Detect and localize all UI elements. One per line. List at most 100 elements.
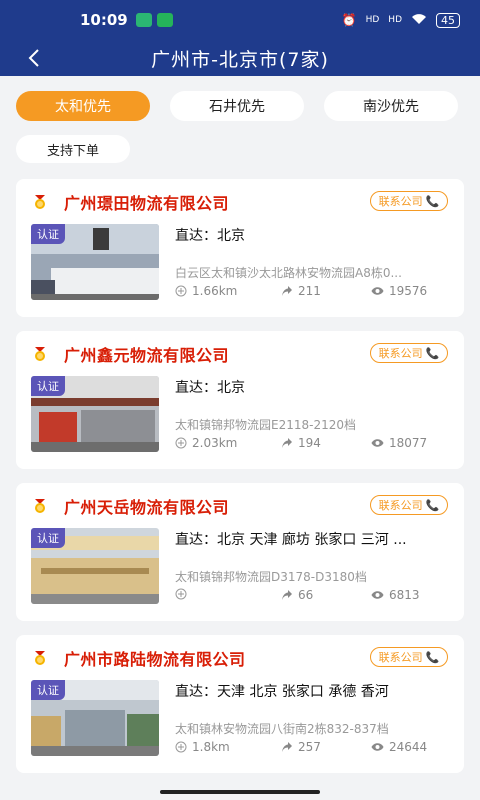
company-card[interactable]: 广州璟田物流有限公司 联系公司 📞 认证 直达：北京 白云区太和镇沙太北路林安物… — [16, 179, 464, 317]
share-icon — [282, 590, 292, 600]
filter-order-support[interactable]: 支持下单 — [16, 135, 130, 163]
medal-icon — [35, 651, 45, 665]
app-header: 10:09 ⏰ HD HD 45 广州市-北京市(7家) — [0, 0, 480, 76]
certified-badge: 认证 — [31, 528, 65, 548]
company-address: 太和镇锦邦物流园E2118-2120档 — [175, 418, 356, 432]
company-address: 太和镇林安物流园八街南2栋832-837档 — [175, 722, 389, 736]
distance-stat: 1.8km — [175, 740, 230, 754]
status-time: 10:09 — [80, 11, 128, 29]
company-photo[interactable]: 认证 — [31, 680, 159, 756]
view-stat: 24644 — [371, 740, 427, 754]
company-card[interactable]: 广州天岳物流有限公司 联系公司 📞 认证 直达：北京 天津 廊坊 张家口 三河 … — [16, 483, 464, 621]
route-info: 直达：北京 天津 廊坊 张家口 三河 ... — [175, 532, 407, 548]
company-address: 太和镇锦邦物流园D3178-D3180档 — [175, 570, 367, 584]
company-photo[interactable]: 认证 — [31, 528, 159, 604]
view-stat: 18077 — [371, 436, 427, 450]
phone-icon: 📞 — [425, 194, 440, 208]
route-info: 直达：北京 — [175, 228, 245, 244]
distance-value: 2.03km — [192, 436, 238, 450]
view-stat: 6813 — [371, 588, 420, 602]
company-name[interactable]: 广州天岳物流有限公司 — [64, 494, 229, 518]
eye-icon — [371, 287, 384, 295]
company-name[interactable]: 广州璟田物流有限公司 — [64, 190, 229, 214]
view-count: 24644 — [389, 740, 428, 754]
back-icon[interactable] — [20, 44, 48, 72]
location-icon — [175, 741, 187, 753]
location-icon — [175, 285, 187, 297]
alarm-icon: ⏰ — [341, 13, 357, 27]
certified-badge: 认证 — [31, 224, 65, 244]
distance-value: 1.66km — [192, 284, 238, 298]
company-stats: 1.66km 211 19576 — [175, 284, 451, 300]
distance-stat: 1.66km — [175, 284, 237, 298]
eye-icon — [371, 439, 384, 447]
certified-badge: 认证 — [31, 376, 65, 396]
share-icon — [282, 286, 292, 296]
certified-badge: 认证 — [31, 680, 65, 700]
distance-stat — [175, 588, 192, 600]
share-stat: 211 — [281, 284, 321, 298]
route-info: 直达：北京 — [175, 380, 245, 396]
phone-icon: 📞 — [425, 650, 440, 664]
medal-icon — [35, 499, 45, 513]
share-stat: 257 — [281, 740, 321, 754]
phone-icon: 📞 — [425, 346, 440, 360]
share-stat: 194 — [281, 436, 321, 450]
view-stat: 19576 — [371, 284, 427, 298]
eye-icon — [371, 591, 384, 599]
company-name[interactable]: 广州市路陆物流有限公司 — [64, 646, 246, 670]
distance-stat: 2.03km — [175, 436, 237, 450]
company-card[interactable]: 广州市路陆物流有限公司 联系公司 📞 认证 直达：天津 北京 张家口 承德 香河… — [16, 635, 464, 773]
route-info: 直达：天津 北京 张家口 承德 香河 — [175, 684, 389, 700]
share-icon — [282, 742, 292, 752]
contact-label: 联系公司 — [378, 499, 423, 512]
contact-company-button[interactable]: 联系公司 📞 — [370, 647, 448, 667]
location-icon — [175, 588, 187, 600]
share-icon — [282, 438, 292, 448]
phone-icon: 📞 — [425, 498, 440, 512]
company-photo[interactable]: 认证 — [31, 224, 159, 300]
wechat-icon — [135, 13, 152, 27]
view-count: 18077 — [389, 436, 428, 450]
priority-tabs: 太和优先 石井优先 南沙优先 — [16, 91, 458, 121]
company-name[interactable]: 广州鑫元物流有限公司 — [64, 342, 229, 366]
tab-shijing[interactable]: 石井优先 — [170, 91, 304, 121]
contact-label: 联系公司 — [378, 651, 423, 664]
page-title: 广州市-北京市(7家) — [151, 48, 329, 71]
nav-bar: 广州市-北京市(7家) — [0, 40, 480, 76]
share-count: 211 — [298, 284, 321, 298]
view-count: 6813 — [389, 588, 420, 602]
company-list: 广州璟田物流有限公司 联系公司 📞 认证 直达：北京 白云区太和镇沙太北路林安物… — [16, 179, 464, 787]
signal-1-label: HD — [365, 15, 380, 25]
medal-icon — [35, 195, 45, 209]
battery-indicator: 45 — [436, 12, 460, 28]
location-icon — [175, 437, 187, 449]
view-count: 19576 — [389, 284, 428, 298]
share-count: 257 — [298, 740, 321, 754]
company-stats: 1.8km 257 24644 — [175, 740, 451, 756]
share-count: 66 — [298, 588, 314, 602]
wifi-icon — [411, 13, 427, 28]
company-stats: 2.03km 194 18077 — [175, 436, 451, 452]
company-photo[interactable]: 认证 — [31, 376, 159, 452]
medal-icon — [35, 347, 45, 361]
message-icon — [156, 13, 173, 27]
tab-nansha[interactable]: 南沙优先 — [324, 91, 458, 121]
company-stats: 66 6813 — [175, 588, 451, 604]
eye-icon — [371, 743, 384, 751]
company-address: 白云区太和镇沙太北路林安物流园A8栋0... — [175, 266, 402, 280]
contact-company-button[interactable]: 联系公司 📞 — [370, 191, 448, 211]
contact-label: 联系公司 — [378, 347, 423, 360]
company-card[interactable]: 广州鑫元物流有限公司 联系公司 📞 认证 直达：北京 太和镇锦邦物流园E2118… — [16, 331, 464, 469]
distance-value: 1.8km — [192, 740, 230, 754]
status-indicators: ⏰ HD HD 45 — [341, 12, 460, 28]
signal-2-label: HD — [388, 15, 402, 25]
contact-label: 联系公司 — [378, 195, 423, 208]
contact-company-button[interactable]: 联系公司 📞 — [370, 343, 448, 363]
status-bar: 10:09 ⏰ HD HD 45 — [0, 0, 480, 40]
home-indicator[interactable] — [160, 790, 320, 794]
contact-company-button[interactable]: 联系公司 📞 — [370, 495, 448, 515]
share-count: 194 — [298, 436, 321, 450]
share-stat: 66 — [281, 588, 313, 602]
tab-taihe[interactable]: 太和优先 — [16, 91, 150, 121]
